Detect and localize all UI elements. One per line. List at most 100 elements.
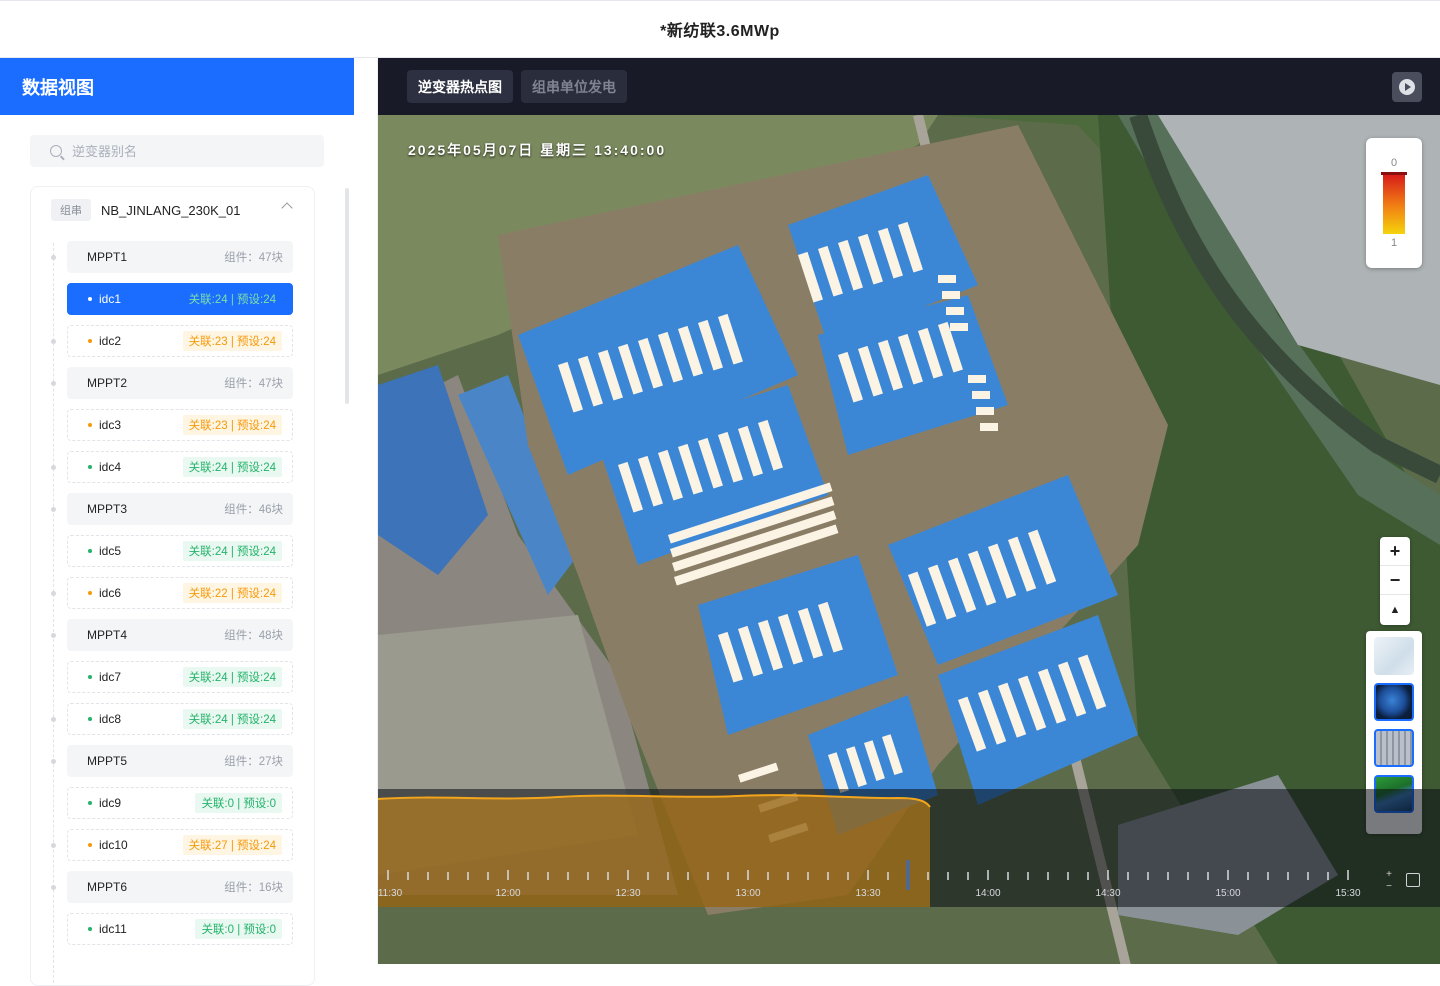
link-status-badge: 关联:0 | 预设:0	[195, 919, 282, 939]
inverter-tree: 组串 NB_JINLANG_230K_01 MPPT1 组件：47块 idc1 关联:…	[30, 186, 315, 986]
component-count: 组件：27块	[224, 756, 283, 768]
tree-node-dot	[51, 843, 56, 848]
status-dot	[88, 591, 92, 595]
tree-item-idc4[interactable]: idc4 关联:24 | 预设:24	[67, 451, 293, 483]
globe-layer-button[interactable]	[1374, 683, 1414, 721]
map-panel: 逆变器热点图 组串单位发电 2025年05月07日 星期三 13:40:00 0…	[378, 58, 1440, 964]
status-dot	[88, 843, 92, 847]
idc-name: idc9	[99, 796, 122, 810]
idc-name: idc11	[99, 922, 127, 936]
component-count: 组件：16块	[224, 882, 283, 894]
map-layer-button[interactable]	[1374, 637, 1414, 675]
link-status-badge: 关联:24 | 预设:24	[182, 541, 282, 561]
calendar-icon[interactable]	[1406, 873, 1420, 887]
legend-max-label: 0	[1390, 157, 1398, 169]
status-dot	[88, 423, 92, 427]
tree-node-dot	[51, 507, 56, 512]
zoom-out-button[interactable]: −	[1380, 566, 1410, 595]
status-dot	[88, 297, 92, 301]
tree-item-idc6[interactable]: idc6 关联:22 | 预设:24	[67, 577, 293, 609]
status-dot	[88, 675, 92, 679]
play-icon	[1399, 79, 1415, 95]
tree-item-mppt4[interactable]: MPPT4 组件：48块	[67, 619, 293, 651]
chevron-up-icon[interactable]	[281, 202, 293, 214]
status-dot	[88, 465, 92, 469]
tree-item-idc8[interactable]: idc8 关联:24 | 预设:24	[67, 703, 293, 735]
timeline-ticks	[387, 860, 1349, 890]
link-status-badge: 关联:27 | 预设:24	[182, 835, 282, 855]
tree-node-dot	[51, 255, 56, 260]
component-count: 组件：48块	[224, 630, 283, 642]
tree-item-idc2[interactable]: idc2 关联:23 | 预设:24	[67, 325, 293, 357]
tree-item-idc3[interactable]: idc3 关联:23 | 预设:24	[67, 409, 293, 441]
idc-label: idc7	[88, 670, 121, 684]
idc-name: idc4	[99, 460, 122, 474]
mppt-label: MPPT1	[87, 250, 128, 264]
tree-item-idc11[interactable]: idc11 关联:0 | 预设:0	[67, 913, 293, 945]
tree-item-mppt6[interactable]: MPPT6 组件：16块	[67, 871, 293, 903]
idc-label: idc9	[88, 796, 121, 810]
map-timestamp: 2025年05月07日 星期三 13:40:00	[408, 142, 667, 158]
tree-item-mppt1[interactable]: MPPT1 组件：47块	[67, 241, 293, 273]
link-status-badge: 关联:23 | 预设:24	[182, 415, 282, 435]
tab-string-unit-generation[interactable]: 组串单位发电	[521, 70, 627, 103]
timeline-label: 14:00	[975, 888, 1001, 899]
legend-min-label: 1	[1390, 237, 1398, 249]
mppt-label: MPPT6	[87, 880, 128, 894]
timeline[interactable]: 11:30 12:00 12:30 13:00 13:30 14:00 14:30 15:00…	[378, 858, 1378, 907]
tree-node-dot	[51, 381, 56, 386]
satellite-layer-button[interactable]	[1374, 729, 1414, 767]
idc-label: idc10	[88, 838, 128, 852]
zoom-in-button[interactable]: +	[1380, 537, 1410, 566]
play-button[interactable]	[1392, 72, 1422, 102]
timeline-zoom[interactable]: + −	[1383, 869, 1395, 895]
idc-name: idc3	[99, 418, 122, 432]
link-status-badge: 关联:24 | 预设:24	[182, 289, 282, 309]
tree-node-dot	[51, 717, 56, 722]
compass-icon[interactable]: ▲	[1380, 595, 1410, 624]
tree-item-idc9[interactable]: idc9 关联:0 | 预设:0	[67, 787, 293, 819]
tree-item-idc10[interactable]: idc10 关联:27 | 预设:24	[67, 829, 293, 861]
link-status-badge: 关联:24 | 预设:24	[182, 709, 282, 729]
tree-item-mppt5[interactable]: MPPT5 组件：27块	[67, 745, 293, 777]
search-input[interactable]	[72, 143, 292, 159]
tree-item-idc7[interactable]: idc7 关联:24 | 预设:24	[67, 661, 293, 693]
tab-inverter-heatmap[interactable]: 逆变器热点图	[407, 70, 513, 103]
search-box[interactable]	[30, 135, 324, 167]
status-dot	[88, 339, 92, 343]
idc-name: idc2	[99, 334, 122, 348]
idc-label: idc8	[88, 712, 121, 726]
scrollbar[interactable]	[345, 188, 349, 404]
tree-node-dot	[51, 591, 56, 596]
group-header[interactable]: 组串 NB_JINLANG_230K_01	[51, 199, 301, 221]
idc-label: idc6	[88, 586, 121, 600]
idc-name: idc1	[99, 292, 122, 306]
tree-node-dot	[51, 885, 56, 890]
link-status-badge: 关联:22 | 预设:24	[182, 583, 282, 603]
tree-item-mppt2[interactable]: MPPT2 组件：47块	[67, 367, 293, 399]
mppt-label: MPPT4	[87, 628, 128, 642]
idc-label: idc11	[88, 922, 127, 936]
link-status-badge: 关联:24 | 预设:24	[182, 667, 282, 687]
mppt-label: MPPT2	[87, 376, 128, 390]
timeline-label: 15:00	[1215, 888, 1241, 899]
link-status-badge: 关联:0 | 预设:0	[195, 793, 282, 813]
tree-node-dot	[51, 465, 56, 470]
tree-node-dot	[51, 759, 56, 764]
tree-item-mppt3[interactable]: MPPT3 组件：46块	[67, 493, 293, 525]
tree-item-idc5[interactable]: idc5 关联:24 | 预设:24	[67, 535, 293, 567]
mppt-label: MPPT5	[87, 754, 128, 768]
page-title: *新纺联3.6MWp	[660, 23, 780, 40]
idc-label: idc4	[88, 460, 121, 474]
timeline-label: 14:30	[1095, 888, 1121, 899]
sidebar-title: 数据视图	[0, 58, 354, 115]
link-status-badge: 关联:24 | 预设:24	[182, 457, 282, 477]
timeline-label: 11:30	[378, 888, 403, 899]
idc-label: idc1	[88, 292, 121, 306]
sidebar: 数据视图 组串 NB_JINLANG_230K_01 MPPT1 组件：47块 id…	[0, 58, 378, 986]
link-status-badge: 关联:23 | 预设:24	[182, 331, 282, 351]
group-tag: 组串	[51, 199, 91, 221]
tree-item-idc1[interactable]: idc1 关联:24 | 预设:24	[67, 283, 293, 315]
tree-node-dot	[51, 633, 56, 638]
idc-label: idc5	[88, 544, 121, 558]
